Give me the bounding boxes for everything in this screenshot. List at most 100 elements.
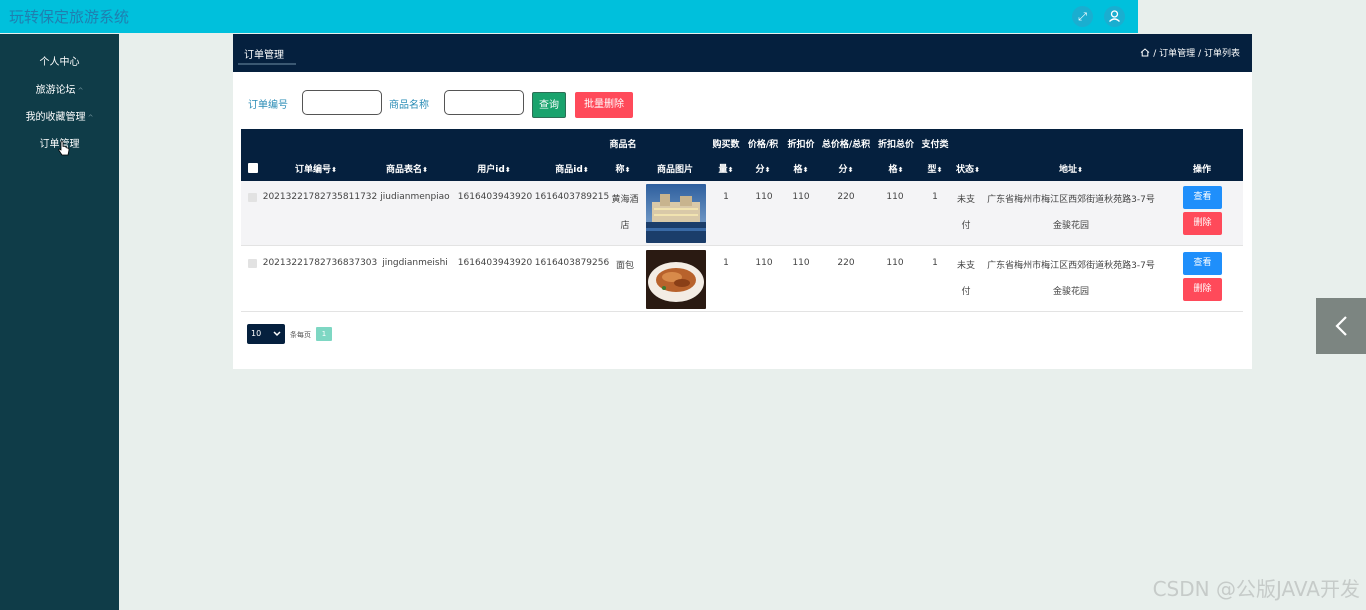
- column-header-discount: 折扣价: [787, 140, 815, 150]
- goods-name-label: 商品名称: [389, 100, 429, 111]
- sort-icon: ⬍: [1077, 166, 1083, 174]
- sort-icon: ⬍: [727, 166, 734, 174]
- column-header-price: 价格/积: [747, 140, 779, 150]
- page-size-select[interactable]: 10: [247, 324, 285, 344]
- panel-header: 订单管理 / 订单管理 / 订单列表: [233, 34, 1252, 72]
- page-number-current[interactable]: 1: [316, 327, 332, 341]
- sidebar-item-personal-center[interactable]: 个人中心: [0, 53, 119, 68]
- delete-button[interactable]: 删除: [1183, 278, 1222, 301]
- query-button[interactable]: 查询: [532, 92, 566, 118]
- column-header-total-2[interactable]: 分⬍: [839, 162, 854, 175]
- status-cell-2: 付: [961, 221, 971, 231]
- sort-icon: ⬍: [847, 166, 854, 174]
- main-panel: 订单管理 / 订单管理 / 订单列表 订单编号 商品名称 查询 批量删除 订单编…: [233, 34, 1252, 369]
- food-photo-icon: [646, 250, 706, 309]
- sidebar-item-my-favorites[interactable]: 我的收藏管理 ^: [0, 108, 119, 123]
- discount-total-cell: 110: [886, 192, 904, 202]
- fullscreen-icon: ⤢: [1078, 10, 1087, 23]
- address-cell-2: 金骏花园: [1052, 221, 1090, 231]
- goods-name-cell-2: 店: [620, 221, 630, 231]
- column-header-order-no[interactable]: 订单编号⬍: [295, 162, 337, 175]
- sort-icon: ⬍: [802, 166, 809, 174]
- sidebar: 个人中心 旅游论坛 ^ 我的收藏管理 ^ 订单管理: [0, 34, 119, 610]
- column-header-total: 总价格/总积: [821, 140, 871, 150]
- sort-icon: ⬍: [936, 166, 943, 174]
- order-no-cell: 20213221782735811732: [262, 192, 378, 202]
- table-name-cell: jingdianmeishi: [382, 258, 448, 268]
- view-button[interactable]: 查看: [1183, 186, 1222, 209]
- chevron-down-icon: [273, 331, 281, 337]
- order-no-cell: 20213221782736837303: [262, 258, 378, 268]
- address-cell-2: 金骏花园: [1052, 287, 1090, 297]
- qty-cell: 1: [723, 192, 729, 202]
- caret-icon: ^: [87, 114, 94, 122]
- goods-name-cell: 面包: [615, 261, 635, 271]
- sort-icon: ⬍: [764, 166, 771, 174]
- address-cell: 广东省梅州市梅江区西郊街道秋苑路3-7号: [987, 261, 1155, 271]
- watermark: CSDN @公版JAVA开发: [1152, 577, 1360, 601]
- sort-icon: ⬍: [504, 166, 511, 174]
- column-header-goods-name-2[interactable]: 称⬍: [616, 162, 631, 175]
- sort-icon: ⬍: [624, 166, 631, 174]
- column-header-discount-total-2[interactable]: 格⬍: [889, 162, 904, 175]
- sidebar-item-travel-forum[interactable]: 旅游论坛 ^: [0, 81, 119, 96]
- order-no-label: 订单编号: [248, 100, 288, 111]
- address-cell: 广东省梅州市梅江区西郊街道秋苑路3-7号: [987, 195, 1155, 205]
- goods-name-input[interactable]: [444, 90, 524, 115]
- delete-button[interactable]: 删除: [1183, 212, 1222, 235]
- user-id-cell: 1616403943920: [457, 192, 533, 202]
- table-row: 20213221782736837303 jingdianmeishi 1616…: [241, 247, 1243, 312]
- sidebar-item-label: 旅游论坛: [35, 85, 76, 96]
- select-all-checkbox[interactable]: [248, 163, 258, 173]
- column-header-goods-id[interactable]: 商品id⬍: [555, 162, 588, 175]
- sort-icon: ⬍: [974, 166, 980, 174]
- qty-cell: 1: [723, 258, 729, 268]
- fullscreen-button[interactable]: ⤢: [1072, 6, 1093, 27]
- sidebar-item-label: 我的收藏管理: [25, 112, 86, 123]
- column-header-user-id[interactable]: 用户id⬍: [477, 162, 510, 175]
- table-name-cell: jiudianmenpiao: [380, 192, 450, 202]
- row-checkbox[interactable]: [248, 259, 257, 268]
- price-cell: 110: [755, 192, 773, 202]
- column-header-status[interactable]: 状态⬍: [956, 162, 980, 175]
- goods-id-cell: 1616403879256: [534, 258, 610, 268]
- goods-id-cell: 1616403789215: [534, 192, 610, 202]
- column-header-qty-2[interactable]: 量⬍: [719, 162, 734, 175]
- column-header-address[interactable]: 地址⬍: [1059, 162, 1083, 175]
- user-button[interactable]: [1104, 6, 1125, 27]
- per-page-label: 条每页: [290, 331, 311, 339]
- view-button[interactable]: 查看: [1183, 252, 1222, 275]
- bulk-delete-button[interactable]: 批量删除: [575, 92, 633, 118]
- row-checkbox[interactable]: [248, 193, 257, 202]
- sidebar-item-label: 个人中心: [39, 57, 80, 68]
- pay-type-cell: 1: [932, 258, 938, 268]
- home-icon[interactable]: [1140, 48, 1150, 57]
- discount-cell: 110: [792, 192, 810, 202]
- breadcrumb-separator: /: [1153, 49, 1157, 59]
- page-size-value: 10: [251, 329, 262, 338]
- goods-name-cell: 黄海酒: [611, 195, 639, 205]
- tab-order-management[interactable]: 订单管理: [244, 46, 284, 61]
- tab-underline: [238, 63, 296, 65]
- column-header-pay-type-2[interactable]: 型⬍: [928, 162, 943, 175]
- sort-icon: ⬍: [897, 166, 904, 174]
- breadcrumb-item-order-management[interactable]: 订单管理: [1159, 46, 1195, 59]
- sort-icon: ⬍: [422, 166, 428, 174]
- chevron-left-icon: [1335, 316, 1347, 336]
- top-bar: 玩转保定旅游系统 ⤢: [0, 0, 1138, 33]
- sort-icon: ⬍: [331, 166, 337, 174]
- app-title: 玩转保定旅游系统: [9, 8, 130, 26]
- status-cell: 未支: [956, 261, 976, 271]
- side-toggle-button[interactable]: [1316, 298, 1366, 354]
- column-header-actions: 操作: [1192, 165, 1212, 175]
- status-cell-2: 付: [961, 287, 971, 297]
- column-header-table-name[interactable]: 商品表名⬍: [386, 162, 428, 175]
- column-header-discount-2[interactable]: 格⬍: [794, 162, 809, 175]
- table-header: 订单编号⬍ 商品表名⬍ 用户id⬍ 商品id⬍ 商品名 称⬍ 商品图片 购买数 …: [241, 129, 1243, 181]
- hotel-photo-icon: [646, 184, 706, 243]
- discount-cell: 110: [792, 258, 810, 268]
- order-no-input[interactable]: [302, 90, 382, 115]
- column-header-pay-type: 支付类: [921, 140, 949, 150]
- user-icon: [1109, 10, 1120, 22]
- column-header-price-2[interactable]: 分⬍: [756, 162, 771, 175]
